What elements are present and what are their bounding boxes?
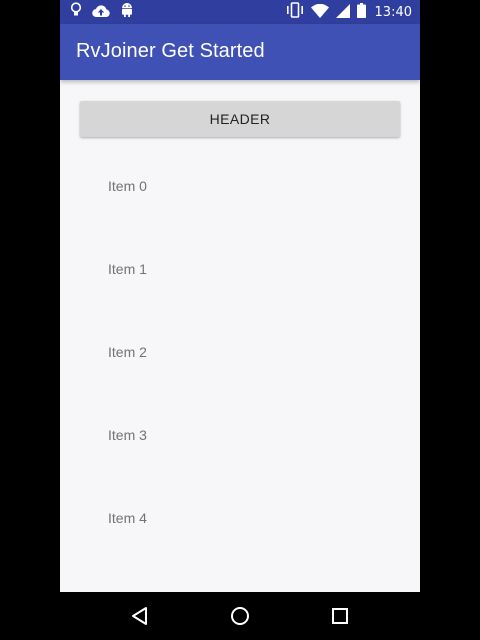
list-item-label: Item 1 bbox=[108, 261, 147, 277]
item-list[interactable]: Item 0 Item 1 Item 2 Item 3 Item 4 bbox=[60, 145, 420, 560]
list-item-label: Item 0 bbox=[108, 178, 147, 194]
status-notifications bbox=[70, 2, 134, 22]
list-item[interactable]: Item 4 bbox=[60, 477, 420, 560]
navigation-bar bbox=[0, 592, 480, 640]
status-time: 13:40 bbox=[374, 4, 412, 20]
status-system: 13:40 bbox=[286, 2, 412, 22]
vibrate-icon bbox=[286, 2, 304, 22]
header-button[interactable]: HEADER bbox=[80, 101, 400, 137]
android-icon bbox=[120, 2, 134, 22]
signal-icon bbox=[335, 3, 350, 22]
list-item[interactable]: Item 2 bbox=[60, 311, 420, 394]
list-item[interactable]: Item 3 bbox=[60, 394, 420, 477]
recents-icon[interactable] bbox=[328, 604, 352, 628]
cloud-upload-icon bbox=[92, 3, 110, 22]
app-bar: RvJoiner Get Started bbox=[60, 24, 420, 80]
app-screen: 13:40 RvJoiner Get Started HEADER Item 0… bbox=[60, 0, 420, 592]
list-item-label: Item 2 bbox=[108, 344, 147, 360]
status-bar: 13:40 bbox=[60, 0, 420, 24]
list-item-label: Item 4 bbox=[108, 510, 147, 526]
lightbulb-icon bbox=[70, 2, 82, 22]
home-icon[interactable] bbox=[228, 604, 252, 628]
back-icon[interactable] bbox=[128, 604, 152, 628]
app-title: RvJoiner Get Started bbox=[76, 40, 265, 62]
list-item-label: Item 3 bbox=[108, 427, 147, 443]
list-item[interactable]: Item 1 bbox=[60, 228, 420, 311]
list-item[interactable]: Item 0 bbox=[60, 145, 420, 228]
wifi-icon bbox=[310, 3, 329, 22]
battery-icon bbox=[356, 2, 366, 22]
